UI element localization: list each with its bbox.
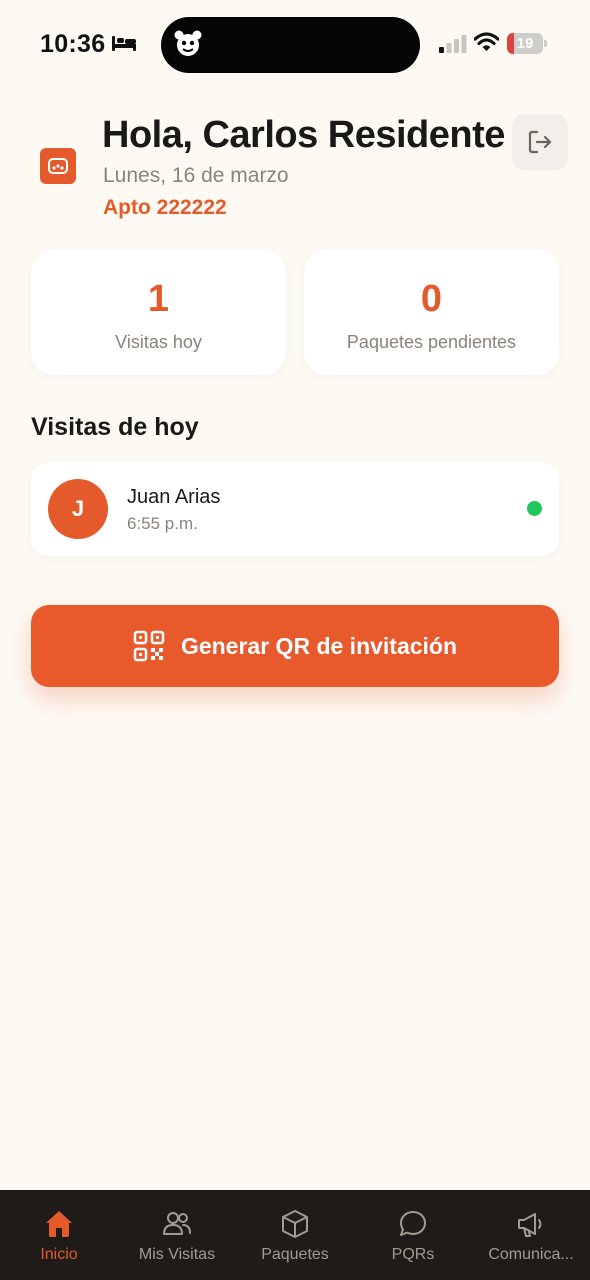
home-icon bbox=[46, 1211, 72, 1237]
megaphone-icon bbox=[518, 1213, 542, 1237]
bottom-navigation: Inicio Mis Visitas Paquetes PQRs Comunic… bbox=[0, 1190, 590, 1280]
stat-label: Visitas hoy bbox=[115, 332, 202, 352]
nav-item-inicio[interactable]: Inicio bbox=[0, 1190, 118, 1280]
visit-time: 6:55 p.m. bbox=[127, 514, 198, 533]
nav-label: PQRs bbox=[391, 1246, 435, 1263]
stat-card-packages[interactable]: 0 Paquetes pendientes bbox=[304, 250, 559, 375]
app-logo bbox=[40, 148, 76, 184]
nav-item-mis-visitas[interactable]: Mis Visitas bbox=[118, 1190, 236, 1280]
cellular-signal-icon bbox=[439, 35, 467, 53]
building-logo-icon bbox=[48, 158, 68, 174]
status-indicator bbox=[527, 501, 542, 516]
nav-item-comunicados[interactable]: Comunica... bbox=[472, 1190, 590, 1280]
status-time: 10:36 bbox=[40, 30, 106, 58]
nav-label: Comunica... bbox=[488, 1246, 574, 1263]
stat-value: 0 bbox=[420, 278, 443, 320]
nav-label: Paquetes bbox=[261, 1246, 329, 1263]
package-icon bbox=[282, 1210, 308, 1238]
current-date: Lunes, 16 de marzo bbox=[103, 164, 289, 187]
nav-item-paquetes[interactable]: Paquetes bbox=[236, 1190, 354, 1280]
stat-value: 1 bbox=[147, 278, 170, 320]
logout-icon bbox=[528, 130, 552, 154]
app-activity-icon bbox=[174, 30, 202, 56]
greeting-title: Hola, Carlos Residente bbox=[102, 114, 505, 156]
visitor-name: Juan Arias bbox=[127, 486, 221, 508]
qr-code-icon bbox=[133, 630, 165, 662]
stat-card-visits[interactable]: 1 Visitas hoy bbox=[31, 250, 286, 375]
apartment-label: Apto 222222 bbox=[103, 196, 227, 219]
dynamic-island bbox=[161, 17, 420, 73]
chat-icon bbox=[400, 1211, 426, 1236]
generate-qr-button[interactable]: Generar QR de invitación bbox=[31, 605, 559, 687]
battery-percentage: 19 bbox=[516, 35, 534, 52]
generate-qr-label: Generar QR de invitación bbox=[180, 632, 458, 659]
wifi-icon bbox=[474, 32, 499, 51]
avatar: J bbox=[48, 479, 108, 539]
nav-label: Mis Visitas bbox=[138, 1246, 216, 1263]
stat-label: Paquetes pendientes bbox=[346, 332, 517, 352]
users-icon bbox=[163, 1212, 191, 1235]
nav-item-pqrs[interactable]: PQRs bbox=[354, 1190, 472, 1280]
status-bar: 10:36 19 bbox=[0, 0, 590, 90]
nav-label: Inicio bbox=[40, 1246, 78, 1263]
visit-list-item[interactable]: J Juan Arias 6:55 p.m. bbox=[31, 462, 559, 556]
sleep-mode-icon bbox=[112, 36, 136, 51]
section-title: Visitas de hoy bbox=[31, 413, 199, 441]
logout-button[interactable] bbox=[512, 114, 568, 170]
battery-indicator: 19 bbox=[507, 33, 547, 54]
